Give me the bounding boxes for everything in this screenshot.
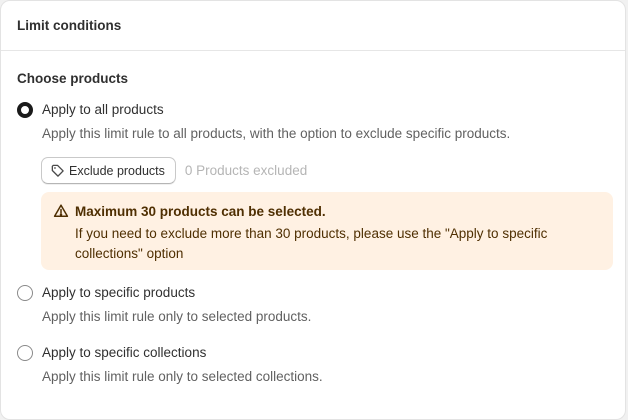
tag-icon xyxy=(51,164,64,177)
option-label-specific-collections[interactable]: Apply to specific collections xyxy=(42,344,206,362)
option-description-specific-products: Apply this limit rule only to selected p… xyxy=(42,309,312,324)
limit-conditions-card: Limit conditions Choose products Apply t… xyxy=(0,0,626,420)
card-header: Limit conditions xyxy=(1,1,625,51)
option-description-all-products: Apply this limit rule to all products, w… xyxy=(42,126,511,141)
radio-specific-collections[interactable] xyxy=(17,345,33,361)
exclude-products-button[interactable]: Exclude products xyxy=(41,157,176,184)
banner-title: Maximum 30 products can be selected. xyxy=(75,204,326,219)
products-excluded-count: 0 Products excluded xyxy=(184,163,308,178)
card-title: Limit conditions xyxy=(17,18,122,33)
warning-banner: Maximum 30 products can be selected. If … xyxy=(41,192,613,270)
option-label-specific-products[interactable]: Apply to specific products xyxy=(42,284,195,302)
radio-all-products[interactable] xyxy=(17,102,33,118)
option-label-all-products[interactable]: Apply to all products xyxy=(42,101,164,119)
exclude-row: Exclude products 0 Products excluded xyxy=(41,157,307,184)
banner-text: If you need to exclude more than 30 prod… xyxy=(75,226,548,261)
section-title: Choose products xyxy=(17,71,129,86)
exclude-products-label: Exclude products xyxy=(69,163,165,178)
radio-specific-products[interactable] xyxy=(17,285,33,301)
option-description-specific-collections: Apply this limit rule only to selected c… xyxy=(42,369,323,384)
warning-icon xyxy=(53,203,69,224)
